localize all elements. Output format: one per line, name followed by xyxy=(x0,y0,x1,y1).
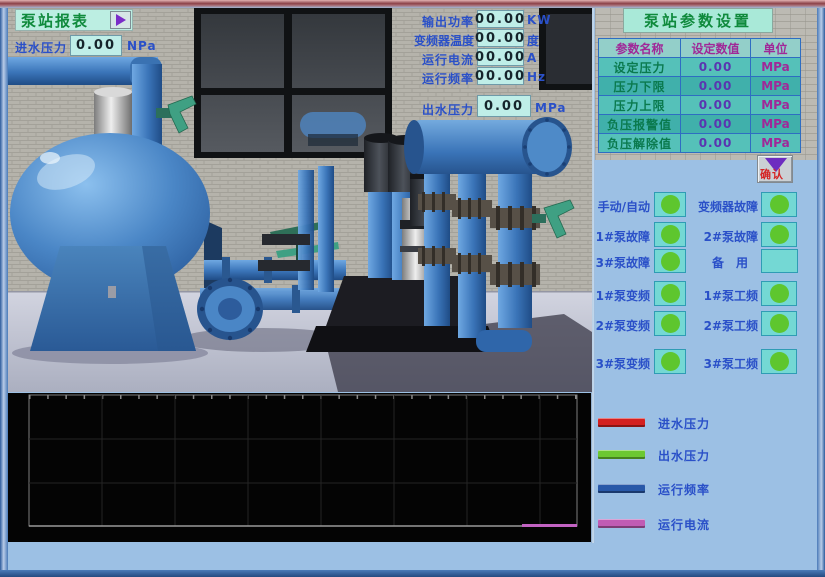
output-power-unit: KW xyxy=(527,13,552,27)
param-name: 压力上限 xyxy=(599,96,681,115)
table-row: 负压解除值 0.00 MPa xyxy=(599,134,801,153)
legend-label-current: 运行电流 xyxy=(658,516,710,533)
header-param-name: 参数名称 xyxy=(599,39,681,58)
table-row: 负压报警值 0.00 MPa xyxy=(599,115,801,134)
param-unit: MPa xyxy=(751,96,801,115)
param-unit: MPa xyxy=(751,58,801,77)
indicator-label-pump1-fault: 1#泵故障 xyxy=(578,228,650,245)
header-unit: 单位 xyxy=(751,39,801,58)
indicator-label-manual-auto: 手动/自动 xyxy=(578,198,650,215)
lamp-on-icon xyxy=(661,284,680,303)
running-frequency-label: 运行频率 xyxy=(402,70,474,87)
inverter-temp-value: 00.00 xyxy=(477,29,524,47)
flange-disc xyxy=(197,278,263,340)
param-name: 负压报警值 xyxy=(599,115,681,134)
indicator-lamp-inverter-fault xyxy=(761,192,797,217)
lamp-on-icon xyxy=(770,225,789,244)
outlet-pressure-value: 0.00 xyxy=(477,95,531,117)
bottom-strip xyxy=(8,542,591,570)
running-current-label: 运行电流 xyxy=(402,51,474,68)
indicator-lamp-pump3-grid xyxy=(761,349,797,374)
report-button[interactable]: 泵站报表 xyxy=(15,9,133,31)
indicator-label-pump3-grid: 3#泵工频 xyxy=(682,355,758,372)
window xyxy=(194,8,392,158)
play-icon[interactable] xyxy=(110,11,131,29)
legend-label-inlet: 进水压力 xyxy=(658,415,710,432)
param-name: 负压解除值 xyxy=(599,134,681,153)
lamp-on-icon xyxy=(661,252,680,271)
trend-chart xyxy=(8,393,591,542)
lamp-on-icon xyxy=(661,314,680,333)
indicator-label-pump2-fault: 2#泵故障 xyxy=(682,228,758,245)
indicator-label-pump2-grid: 2#泵工频 xyxy=(682,317,758,334)
lamp-on-icon xyxy=(661,225,680,244)
settings-panel-title: 泵站参数设置 xyxy=(623,8,773,33)
param-value-field[interactable]: 0.00 xyxy=(681,134,751,153)
lamp-on-icon xyxy=(770,314,789,333)
settings-table-header: 参数名称 设定数值 单位 xyxy=(599,39,801,58)
legend-label-outlet: 出水压力 xyxy=(658,447,710,464)
table-row: 压力上限 0.00 MPa xyxy=(599,96,801,115)
frame-bottom xyxy=(0,570,825,577)
inlet-pressure-label: 进水压力 xyxy=(15,39,67,56)
indicator-label-pump1-vfd: 1#泵变频 xyxy=(578,287,650,304)
frame-right xyxy=(817,8,825,570)
running-frequency-unit: Hz xyxy=(527,70,546,84)
report-button-label: 泵站报表 xyxy=(16,10,89,31)
indicator-lamp-pump2-fault xyxy=(761,222,797,247)
inlet-pressure-value: 0.00 xyxy=(70,35,122,56)
output-power-value: 00.00 xyxy=(477,10,524,28)
output-power-label: 输出功率 xyxy=(402,13,474,30)
indicator-label-pump3-vfd: 3#泵变频 xyxy=(578,355,650,372)
outlet-pressure-label: 出水压力 xyxy=(402,101,474,118)
hmi-root: 泵站报表 进水压力 0.00 NPa 输出功率 00.00 KW 变频器温度 0… xyxy=(0,0,825,577)
indicator-label-pump3-fault: 3#泵故障 xyxy=(578,254,650,271)
running-current-unit: A xyxy=(527,51,537,65)
indicator-label-pump1-grid: 1#泵工频 xyxy=(682,287,758,304)
param-value-field[interactable]: 0.00 xyxy=(681,58,751,77)
lamp-on-icon xyxy=(770,284,789,303)
frame-left xyxy=(0,8,8,570)
param-name: 压力下限 xyxy=(599,77,681,96)
param-value-field[interactable]: 0.00 xyxy=(681,77,751,96)
inlet-pressure-unit: NPa xyxy=(127,39,157,53)
param-name: 设定压力 xyxy=(599,58,681,77)
running-frequency-value: 00.00 xyxy=(477,67,524,85)
param-value-field[interactable]: 0.00 xyxy=(681,96,751,115)
legend-swatch-frequency xyxy=(598,484,645,493)
lamp-on-icon xyxy=(770,352,789,371)
inverter-temp-unit: 度 xyxy=(527,32,540,49)
running-current-value: 00.00 xyxy=(477,48,524,66)
indicator-label-spare: 备 用 xyxy=(682,254,748,271)
table-row: 设定压力 0.00 MPa xyxy=(599,58,801,77)
indicator-lamp-pump2-grid xyxy=(761,311,797,336)
header-set-value: 设定数值 xyxy=(681,39,751,58)
lamp-on-icon xyxy=(770,195,789,214)
legend-swatch-current xyxy=(598,519,645,528)
param-unit: MPa xyxy=(751,77,801,96)
outlet-pressure-unit: MPa xyxy=(535,101,567,115)
trend-chart-grid xyxy=(8,393,591,542)
settings-table: 参数名称 设定数值 单位 设定压力 0.00 MPa 压力下限 0.00 MPa… xyxy=(598,38,801,153)
frame-top xyxy=(0,0,825,8)
param-unit: MPa xyxy=(751,115,801,134)
param-value-field[interactable]: 0.00 xyxy=(681,115,751,134)
legend-swatch-inlet xyxy=(598,418,645,427)
legend-label-frequency: 运行频率 xyxy=(658,481,710,498)
confirm-button[interactable]: 确认 xyxy=(757,155,793,183)
indicator-lamp-spare xyxy=(761,249,798,273)
table-row: 压力下限 0.00 MPa xyxy=(599,77,801,96)
param-unit: MPa xyxy=(751,134,801,153)
indicator-label-inverter-fault: 变频器故障 xyxy=(682,198,758,215)
lamp-on-icon xyxy=(661,195,680,214)
inverter-temp-label: 变频器温度 xyxy=(398,32,474,49)
lamp-on-icon xyxy=(661,352,680,371)
indicator-lamp-pump1-grid xyxy=(761,281,797,306)
legend-swatch-outlet xyxy=(598,450,645,459)
confirm-button-label: 确认 xyxy=(760,166,784,182)
indicator-label-pump2-vfd: 2#泵变频 xyxy=(578,317,650,334)
